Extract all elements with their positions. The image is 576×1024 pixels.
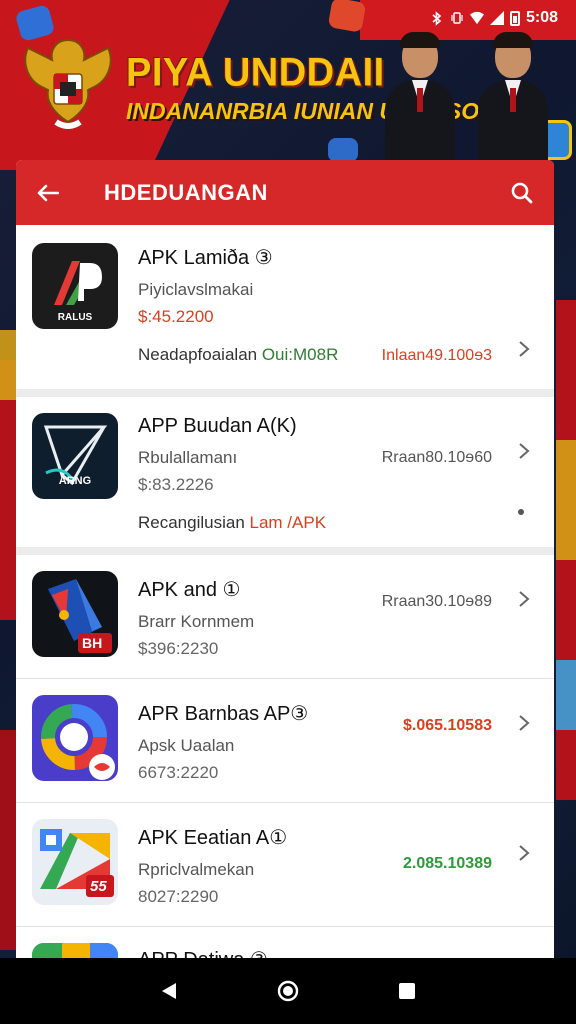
- app-note-text: Neadapfoaialan: [138, 345, 262, 364]
- app-icon-decoration: [328, 138, 358, 162]
- app-icon-label: RALUS: [57, 312, 93, 323]
- app-version: $396:2230: [138, 639, 219, 658]
- app-subtitle: Piyiclavslmakai: [138, 280, 254, 299]
- status-time: 5:08: [525, 9, 558, 26]
- more-dot-icon: [518, 509, 524, 515]
- square-recents-icon: [398, 983, 415, 999]
- app-icon-label: ARNG: [58, 475, 92, 487]
- app-subtitle: Brarr Kornmem: [138, 612, 255, 631]
- chevron-right-icon: [519, 591, 530, 607]
- list-item[interactable]: 55 APK Eeatian A① Rpriclvalmekan 8027:22…: [16, 803, 554, 927]
- vibrate-icon: [450, 11, 464, 25]
- app-icon: ARNG: [32, 413, 118, 499]
- app-icon: BH: [32, 571, 118, 657]
- chevron-right-icon: [519, 715, 530, 731]
- app-icon-label: 55: [90, 878, 107, 895]
- nav-back-button[interactable]: [151, 973, 187, 1009]
- app-size: Rraan30.10ɘ89: [381, 593, 492, 610]
- list-item[interactable]: ARNG APP Buudan A(K) Rbulallamanı $:83.2…: [16, 397, 554, 555]
- app-icon-label: BH: [82, 635, 103, 651]
- app-version: 8027:2290: [138, 887, 219, 906]
- app-icon: [32, 695, 118, 781]
- search-button[interactable]: [506, 177, 538, 209]
- app-size: Inlaan49.100ɘ3: [381, 347, 492, 364]
- app-size: $.065.10583: [403, 717, 492, 734]
- page-title: HDEDUANGAN: [104, 179, 268, 205]
- app-version: $:83.2226: [138, 475, 214, 494]
- app-note-accent: Oui:M08R: [261, 345, 339, 364]
- back-button[interactable]: [32, 177, 64, 209]
- list-item[interactable]: BH APK and ① Brarr Kornmem $396:2230 Rra…: [16, 555, 554, 679]
- status-bar: 5:08: [0, 0, 576, 36]
- app-name: APP Buudan A(K): [138, 415, 297, 437]
- chevron-right-icon: [519, 341, 530, 357]
- app-note-accent: Lam /APK: [249, 513, 327, 532]
- app-icon: RALUS: [32, 243, 118, 329]
- app-name: APK Lamiða ③: [138, 247, 273, 269]
- battery-icon: [509, 10, 520, 26]
- signal-icon: [489, 11, 504, 25]
- app-icon: 55: [32, 819, 118, 905]
- app-version: $:45.2200: [138, 307, 214, 326]
- search-icon: [511, 182, 533, 203]
- nav-home-button[interactable]: [270, 973, 306, 1009]
- app-bar: HDEDUANGAN: [16, 160, 554, 225]
- wifi-icon: [469, 11, 484, 25]
- app-list-card: HDEDUANGAN RALUS APK Lamiða ③ Piyiclavsl…: [16, 160, 554, 960]
- app-note-text: Recangilusian: [138, 513, 250, 532]
- list-item[interactable]: RALUS APK Lamiða ③ Piyiclavslmakai $:45.…: [16, 225, 554, 397]
- banner-subtitle: INDANANRBIA IUNIAN UNDASONAS!: [126, 98, 536, 124]
- person-image: [478, 32, 548, 162]
- bluetooth-icon: [430, 10, 444, 26]
- triangle-back-icon: [162, 983, 177, 999]
- list-item[interactable]: APP Datiwa ③: [16, 927, 554, 960]
- system-nav-bar: [0, 958, 576, 1024]
- app-version: 6673:2220: [138, 763, 219, 782]
- app-list: RALUS APK Lamiða ③ Piyiclavslmakai $:45.…: [16, 225, 554, 960]
- chevron-right-icon: [519, 845, 530, 861]
- chevron-right-icon: [519, 443, 530, 459]
- app-note: Recangilusian Lam /APK: [138, 513, 494, 533]
- nav-recents-button[interactable]: [389, 973, 425, 1009]
- list-item[interactable]: APR Barnbas AP③ Apsk Uaalan 6673:2220 $.…: [16, 679, 554, 803]
- app-name: APK Eeatian A①: [138, 827, 288, 849]
- arrow-left-icon: [37, 184, 59, 201]
- garuda-emblem-icon: [24, 38, 112, 129]
- app-size: Rraan80.10ɘ60: [381, 449, 492, 466]
- banner-title: PIYA UNDDAII: [126, 50, 385, 96]
- app-size: 2.085.10389: [403, 855, 492, 872]
- person-image: [385, 32, 455, 162]
- circle-home-icon: [277, 980, 299, 1002]
- app-subtitle: Apsk Uaalan: [138, 736, 235, 755]
